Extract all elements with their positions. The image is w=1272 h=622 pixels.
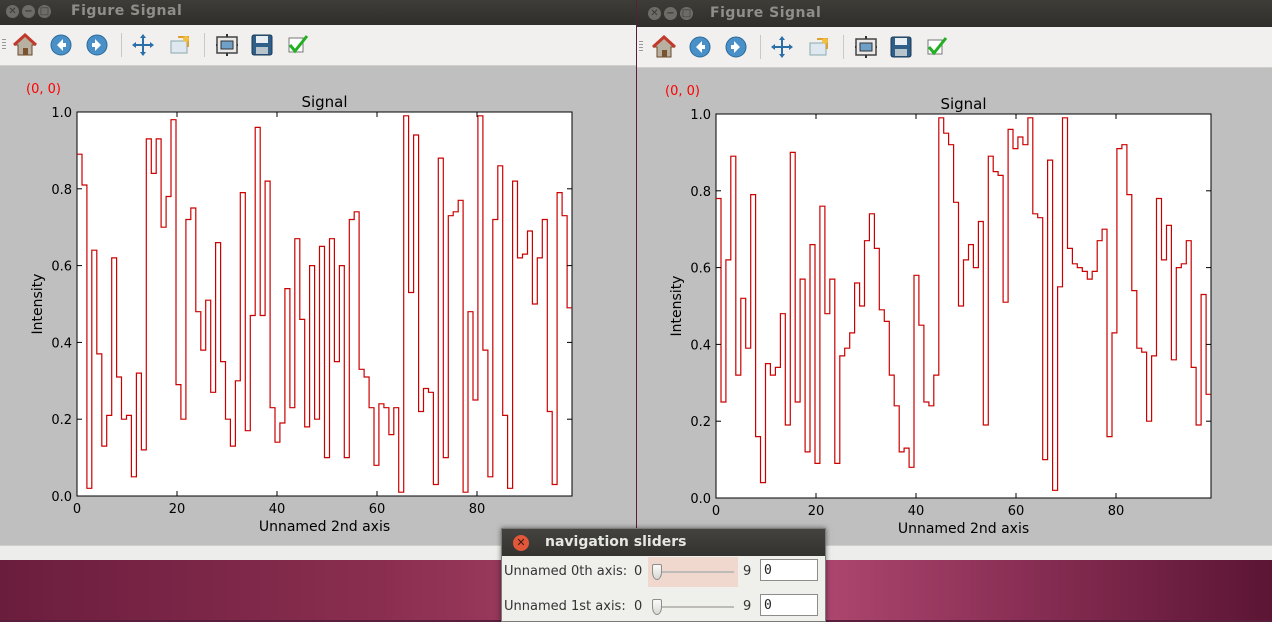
home-icon[interactable] [651,34,677,60]
toolbar [0,25,636,66]
toolbar-grip[interactable] [2,39,6,51]
back-arrow-icon[interactable] [687,34,713,60]
save-icon[interactable] [888,34,914,60]
x-tick-label: 0 [712,504,720,519]
subplot-config-icon[interactable] [853,34,879,60]
zoom-icon[interactable] [167,32,193,58]
chart-title: Signal [940,95,986,113]
maximize-icon[interactable]: □ [38,5,51,18]
slider-handle[interactable] [652,599,662,615]
toolbar [637,27,1272,68]
forward-arrow-icon[interactable] [84,32,110,58]
slider-handle[interactable] [652,564,662,580]
toolbar-grip[interactable] [639,41,643,53]
check-icon[interactable] [285,32,311,58]
figure-window-left: ✕ − □ Figure Signal (0, 0) Signal 0 20 4… [0,0,636,560]
y-tick-label: 0.2 [690,415,711,430]
slider-label: Unnamed 0th axis: [504,564,628,579]
axis0-index-input[interactable]: 0 [760,559,818,581]
window-title: Figure Signal [710,5,822,21]
slider-track [654,606,734,608]
close-icon[interactable]: ✕ [6,5,19,18]
minimize-icon[interactable]: − [664,7,677,20]
axis1-index-input[interactable]: 0 [760,594,818,616]
slider-min-value: 0 [634,599,643,614]
y-tick-label: 0.0 [51,490,72,505]
y-axis-label: Intensity [669,276,685,337]
x-tick-label: 20 [808,504,825,519]
plot-canvas[interactable]: (0, 0) Signal 0 20 40 60 80 0.0 0.2 0.4 0.6 0.8 1.0 U… [0,66,636,560]
maximize-icon[interactable]: □ [680,7,693,20]
coordinate-readout: (0, 0) [26,82,61,97]
x-tick-label: 40 [908,504,925,519]
slider-row-axis0: Unnamed 0th axis: 0 9 0 [502,557,825,587]
title-bar[interactable]: ✕ − □ Figure Signal [637,0,1272,27]
x-tick-label: 80 [469,502,486,517]
x-axis-label: Unnamed 2nd axis [898,521,1029,537]
y-tick-label: 1.0 [51,106,72,121]
x-tick-label: 20 [169,502,186,517]
pan-icon[interactable] [130,32,156,58]
close-icon[interactable]: ✕ [513,535,529,551]
y-tick-label: 0.4 [51,336,72,351]
toolbar-separator [843,35,844,59]
toolbar-separator [121,33,122,57]
signal-chart[interactable]: (0, 0) Signal 0 20 40 60 80 0.0 0.2 0.4 0.6 0.8 1.0 U… [637,68,1272,548]
figure-window-right: ✕ − □ Figure Signal (0, 0) Signal 0 20 4… [637,0,1272,560]
x-tick-label: 60 [1008,504,1025,519]
subplot-config-icon[interactable] [214,32,240,58]
y-tick-label: 0.0 [690,492,711,507]
slider-track [654,571,734,573]
y-tick-label: 0.6 [51,260,72,275]
x-tick-label: 60 [369,502,386,517]
y-axis-label: Intensity [30,274,46,335]
back-arrow-icon[interactable] [48,32,74,58]
minimize-icon[interactable]: − [22,5,35,18]
zoom-icon[interactable] [806,34,832,60]
y-tick-label: 0.4 [690,338,711,353]
slider-min-value: 0 [634,564,643,579]
x-axis-label: Unnamed 2nd axis [259,519,390,535]
y-tick-label: 0.8 [51,183,72,198]
navigation-sliders-dialog: ✕ navigation sliders Unnamed 0th axis: 0… [501,528,826,622]
forward-arrow-icon[interactable] [723,34,749,60]
chart-title: Signal [301,93,347,111]
close-icon[interactable]: ✕ [648,7,661,20]
slider-row-axis1: Unnamed 1st axis: 0 9 0 [502,592,825,622]
x-tick-label: 80 [1108,504,1125,519]
save-icon[interactable] [249,32,275,58]
axis1-slider[interactable] [648,594,738,620]
axis0-slider[interactable] [648,559,738,585]
home-icon[interactable] [12,32,38,58]
plot-canvas[interactable]: (0, 0) Signal 0 20 40 60 80 0.0 0.2 0.4 0.6 0.8 1.0 U… [637,68,1272,560]
title-bar[interactable]: ✕ − □ Figure Signal [0,0,636,25]
slider-max-value: 9 [743,564,752,579]
y-tick-label: 0.2 [51,413,72,428]
y-tick-label: 0.8 [690,185,711,200]
slider-label: Unnamed 1st axis: [504,599,626,614]
pan-icon[interactable] [769,34,795,60]
slider-max-value: 9 [743,599,752,614]
toolbar-separator [760,35,761,59]
dialog-title-bar[interactable]: ✕ navigation sliders [502,529,825,556]
signal-chart[interactable]: (0, 0) Signal 0 20 40 60 80 0.0 0.2 0.4 0.6 0.8 1.0 U… [0,66,636,546]
x-tick-label: 0 [73,502,81,517]
x-tick-label: 40 [269,502,286,517]
toolbar-separator [204,33,205,57]
check-icon[interactable] [924,34,950,60]
y-tick-label: 0.6 [690,262,711,277]
coordinate-readout: (0, 0) [665,84,700,99]
dialog-title: navigation sliders [545,534,687,550]
y-tick-label: 1.0 [690,108,711,123]
window-title: Figure Signal [71,3,183,19]
